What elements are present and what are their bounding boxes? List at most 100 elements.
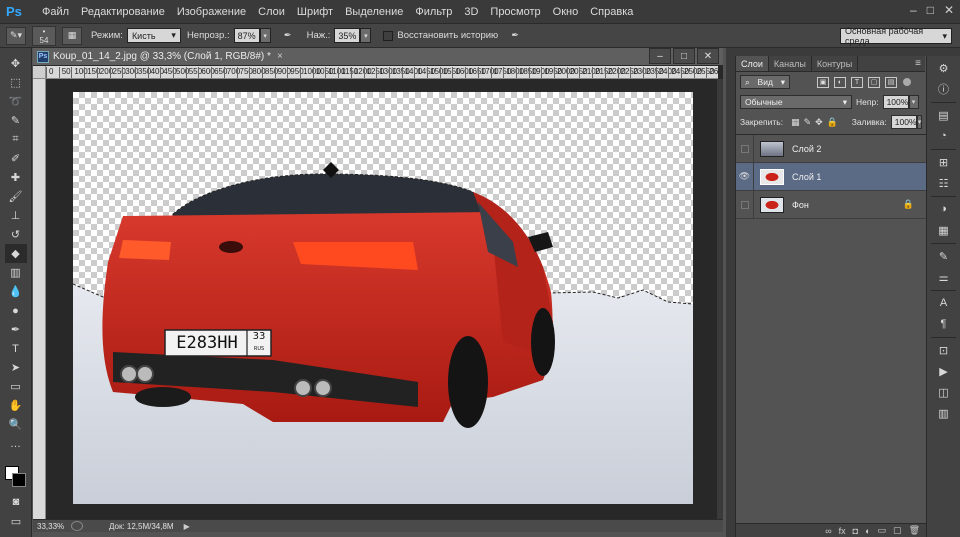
quick-mask-icon[interactable]: ◙ (5, 492, 27, 511)
lock-all-icon[interactable]: 🔒 (827, 117, 838, 128)
brushes-panel-icon[interactable]: ⚌ (934, 268, 954, 286)
lock-position-icon[interactable]: ✥ (815, 117, 823, 128)
minimize-doc-button[interactable]: – (649, 48, 671, 64)
blur-tool-icon[interactable]: 💧 (5, 282, 27, 301)
menu-item[interactable]: Шрифт (291, 0, 339, 24)
adjustments-panel-icon[interactable]: ◑ (934, 200, 954, 218)
panel-menu-icon[interactable]: ≡ (915, 56, 925, 71)
timeline-panel-icon[interactable]: ▶ (934, 362, 954, 380)
new-layer-icon[interactable]: ▢ (893, 525, 902, 536)
move-tool-icon[interactable]: ✥ (5, 54, 27, 73)
menu-item[interactable]: Слои (252, 0, 291, 24)
adjustment-icon[interactable]: ◐ (865, 526, 870, 536)
path-selection-tool-icon[interactable]: ➤ (5, 358, 27, 377)
mask-icon[interactable]: ◘ (853, 526, 858, 536)
lasso-tool-icon[interactable]: ➰ (5, 92, 27, 111)
group-icon[interactable]: ▭ (878, 525, 887, 536)
channels-panel-icon[interactable]: ▥ (934, 404, 954, 422)
menu-item[interactable]: Выделение (339, 0, 409, 24)
more-tools-icon[interactable]: … (5, 434, 27, 453)
layer-row-background[interactable]: Фон 🔒 (736, 190, 926, 219)
layer-filter-select[interactable]: ⌕ Вид ▾ (740, 75, 790, 89)
visibility-toggle[interactable]: 👁 (736, 162, 754, 191)
brush-tool-icon[interactable]: 🖌 (5, 187, 27, 206)
adjustment-filter-icon[interactable]: ◐ (834, 76, 846, 88)
rectangle-tool-icon[interactable]: ▭ (5, 377, 27, 396)
mode-select[interactable]: Кисть ▾ (126, 28, 181, 43)
pressure-dropdown[interactable]: ▾ (360, 28, 372, 43)
navigator-icon[interactable] (71, 521, 83, 531)
tab-layers[interactable]: Слои (736, 56, 769, 71)
quick-selection-tool-icon[interactable]: ✎ (5, 111, 27, 130)
status-menu-arrow-icon[interactable]: ▶ (184, 522, 190, 531)
close-tab-icon[interactable]: × (277, 51, 283, 62)
shape-filter-icon[interactable]: ▢ (868, 76, 880, 88)
horizontal-ruler[interactable]: 0 50 100 150 200 250 300 350 400 450 500 550 600 650 7… (46, 66, 718, 79)
masks-panel-icon[interactable]: ▦ (934, 221, 954, 239)
fx-icon[interactable]: fx (839, 526, 846, 536)
clone-stamp-tool-icon[interactable]: ⊥ (5, 206, 27, 225)
pressure-size-icon[interactable]: ✒ (505, 27, 525, 45)
document-tab[interactable]: Ps Koup_01_14_2.jpg @ 33,3% (Слой 1, RGB… (33, 48, 723, 66)
gradient-tool-icon[interactable]: ▥ (5, 263, 27, 282)
pixel-filter-icon[interactable]: ▣ (817, 76, 829, 88)
tab-paths[interactable]: Контуры (812, 56, 859, 71)
type-tool-icon[interactable]: T (5, 339, 27, 358)
styles-panel-icon[interactable]: ☷ (934, 174, 954, 192)
layer-opacity-input[interactable]: 100% (882, 95, 909, 109)
menu-item[interactable]: 3D (458, 0, 484, 24)
menu-item[interactable]: Справка (584, 0, 639, 24)
zoom-tool-icon[interactable]: 🔍 (5, 415, 27, 434)
restore-button[interactable]: □ (927, 3, 934, 17)
minimize-button[interactable]: – (910, 3, 917, 17)
opacity-dropdown[interactable]: ▾ (259, 28, 271, 43)
menu-item[interactable]: Окно (547, 0, 585, 24)
healing-brush-tool-icon[interactable]: ✚ (5, 168, 27, 187)
properties-panel-icon[interactable]: ⊡ (934, 341, 954, 359)
swatches-panel-icon[interactable]: ▤ (934, 106, 954, 124)
brush-presets-icon[interactable]: ✎ (934, 247, 954, 265)
screen-mode-icon[interactable]: ▭ (5, 512, 27, 531)
vertical-ruler[interactable] (33, 79, 46, 519)
marquee-tool-icon[interactable]: ⬚ (5, 73, 27, 92)
trash-icon[interactable]: 🗑 (909, 525, 920, 536)
character-panel-icon[interactable]: A (934, 294, 954, 312)
layer-comps-icon[interactable]: ◫ (934, 383, 954, 401)
menu-item[interactable]: Файл (36, 0, 75, 24)
menu-item[interactable]: Просмотр (484, 0, 546, 24)
history-brush-tool-icon[interactable]: ↺ (5, 225, 27, 244)
dodge-tool-icon[interactable]: ● (5, 301, 27, 320)
link-icon[interactable]: ∞ (825, 526, 831, 536)
opacity-input[interactable]: 87% (233, 28, 260, 43)
menu-item[interactable]: Редактирование (75, 0, 171, 24)
hand-tool-icon[interactable]: ✋ (5, 396, 27, 415)
lock-transparency-icon[interactable]: ▦ (791, 117, 800, 128)
color-panel-icon[interactable]: ◔ (934, 127, 954, 145)
pressure-input[interactable]: 35% (334, 28, 361, 43)
actions-panel-icon[interactable]: ⊞ (934, 153, 954, 171)
close-button[interactable]: ✕ (944, 3, 954, 17)
layer-row-layer-2[interactable]: Слой 2 (736, 134, 926, 163)
canvas-area[interactable]: Е283НН 33 RUS (47, 79, 717, 519)
fill-dropdown[interactable]: ▾ (916, 115, 923, 129)
visibility-toggle[interactable] (736, 190, 754, 219)
paragraph-panel-icon[interactable]: ¶ (934, 315, 954, 333)
close-doc-button[interactable]: ✕ (697, 48, 719, 64)
pen-tool-icon[interactable]: ✒ (5, 320, 27, 339)
layer-opacity-dropdown[interactable]: ▾ (908, 95, 919, 109)
layer-row-layer-1[interactable]: 👁 Слой 1 (736, 162, 926, 191)
crop-tool-icon[interactable]: ⌗ (5, 130, 27, 149)
brush-size-picker[interactable]: • 54 (32, 25, 56, 46)
type-filter-icon[interactable]: T (851, 76, 863, 88)
tool-preset-picker[interactable]: ✎▾ (6, 26, 26, 45)
pressure-opacity-icon[interactable]: ✒ (278, 27, 298, 45)
menu-item[interactable]: Изображение (171, 0, 252, 24)
lock-pixels-icon[interactable]: ✎ (804, 117, 812, 128)
background-color-swatch[interactable] (12, 473, 26, 487)
eraser-tool-icon[interactable]: ◆ (4, 244, 27, 263)
zoom-level[interactable]: 33,33% (33, 522, 71, 531)
visibility-toggle[interactable] (736, 134, 754, 163)
fill-input[interactable]: 100% (890, 115, 917, 129)
tab-channels[interactable]: Каналы (769, 56, 812, 71)
restore-history-checkbox[interactable] (383, 30, 394, 41)
